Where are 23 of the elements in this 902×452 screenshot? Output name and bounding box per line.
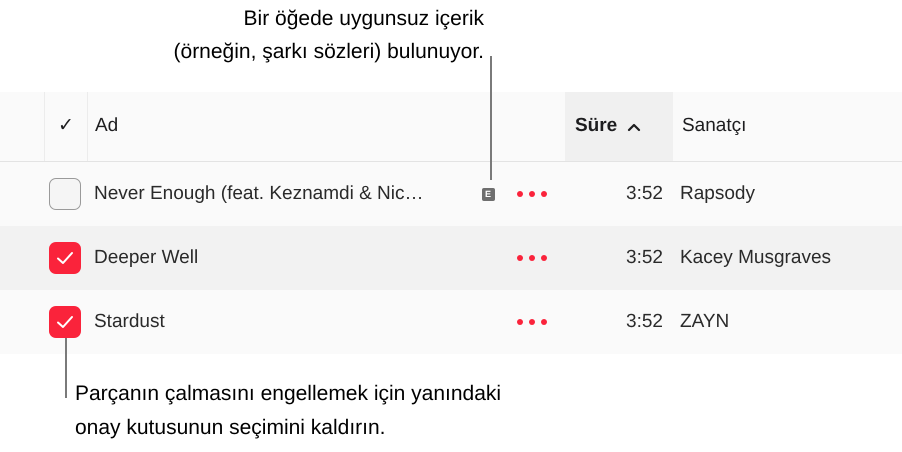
track-duration: 3:52	[625, 246, 663, 270]
column-header[interactable]: ✓	[45, 92, 88, 161]
column-header[interactable]: Ad	[88, 92, 565, 161]
column-header[interactable]: Süre	[565, 92, 673, 161]
artist-name: Rapsody	[679, 182, 755, 206]
track-title: Stardust	[93, 310, 166, 334]
track-title: Deeper Well	[93, 246, 200, 270]
checkmark-icon	[56, 315, 74, 329]
sort-ascending-icon	[627, 122, 642, 132]
column-header[interactable]: Sanatçı	[673, 92, 902, 161]
callout-text: Parçanın çalmasını engellemek için yanındaki onay kutusunun seçimini kaldırın.	[75, 381, 502, 441]
checkbox[interactable]	[49, 242, 81, 274]
checkbox[interactable]	[49, 178, 81, 210]
checkmark-icon	[56, 251, 74, 265]
checkbox[interactable]	[49, 306, 81, 338]
explicit-badge: E	[482, 188, 494, 200]
track-duration: 3:52	[625, 182, 663, 206]
artist-name: ZAYN	[679, 310, 730, 334]
artist-name: Kacey Musgraves	[679, 246, 832, 270]
callout-text: Bir öğede uygunsuz içerik (örneğin, şarkı sözleri) bulunuyor.	[172, 6, 484, 65]
track-duration: 3:52	[625, 310, 663, 334]
track-title: Never Enough (feat. Keznamdi & Nic…	[93, 182, 424, 206]
leader-line	[65, 338, 67, 398]
